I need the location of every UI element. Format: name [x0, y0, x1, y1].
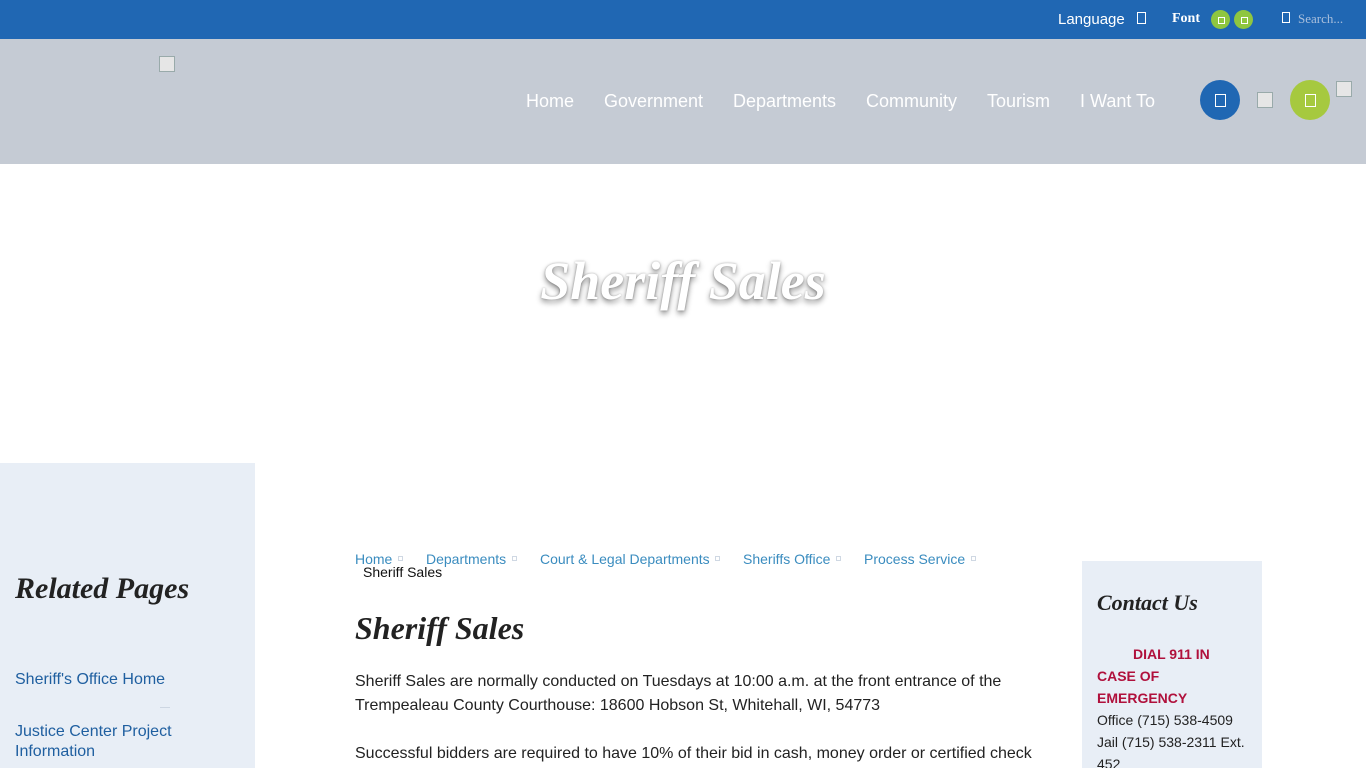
related-pages-title: Related Pages	[15, 572, 190, 605]
font-size-label: Font	[1172, 11, 1200, 26]
emergency-notice: DIAL 911 IN CASE OF EMERGENCY	[1097, 646, 1210, 706]
breadcrumb-process-service[interactable]: Process Service	[864, 551, 965, 567]
nav-home[interactable]: Home	[526, 91, 574, 112]
header-image[interactable]	[1257, 92, 1273, 108]
related-link-justice-center[interactable]: Justice Center Project Information	[15, 722, 235, 762]
utility-bar: Language Font	[0, 0, 1366, 39]
divider	[160, 707, 170, 708]
font-increase-button[interactable]	[1234, 10, 1253, 29]
county-logo[interactable]	[159, 56, 175, 72]
breadcrumb-court-legal[interactable]: Court & Legal Departments	[540, 551, 710, 567]
content-paragraph: Sheriff Sales are normally conducted on …	[355, 673, 1002, 714]
search-icon[interactable]	[1282, 12, 1290, 23]
breadcrumb-current: Sheriff Sales	[363, 564, 443, 580]
language-selector[interactable]: Language	[1058, 11, 1125, 28]
jail-phone: Jail (715) 538-2311 Ext. 452	[1097, 734, 1245, 768]
breadcrumb-separator	[971, 556, 976, 561]
nav-tourism[interactable]: Tourism	[987, 91, 1050, 112]
breadcrumb-separator	[836, 556, 841, 561]
breadcrumb-sheriffs-office[interactable]: Sheriffs Office	[743, 551, 830, 567]
contact-us-title: Contact Us	[1097, 590, 1198, 615]
breadcrumb-separator	[512, 556, 517, 561]
nav-departments[interactable]: Departments	[733, 91, 836, 112]
hero-title: Sheriff Sales	[540, 251, 826, 311]
office-phone: Office (715) 538-4509	[1097, 712, 1233, 728]
breadcrumb-separator	[715, 556, 720, 561]
related-link-sheriffs-office-home[interactable]: Sheriff's Office Home	[15, 670, 235, 690]
header-circle-button-green[interactable]	[1290, 80, 1330, 120]
content-paragraph: Successful bidders are required to have …	[355, 745, 1032, 762]
search-input[interactable]	[1298, 9, 1362, 29]
nav-community[interactable]: Community	[866, 91, 957, 112]
chevron-down-icon[interactable]	[1137, 12, 1146, 24]
page-title: Sheriff Sales	[355, 610, 525, 646]
nav-government[interactable]: Government	[604, 91, 703, 112]
font-decrease-button[interactable]	[1211, 10, 1230, 29]
header-circle-button-blue[interactable]	[1200, 80, 1240, 120]
header-image-2[interactable]	[1336, 81, 1352, 97]
breadcrumb-separator	[398, 556, 403, 561]
nav-i-want-to[interactable]: I Want To	[1080, 91, 1155, 112]
